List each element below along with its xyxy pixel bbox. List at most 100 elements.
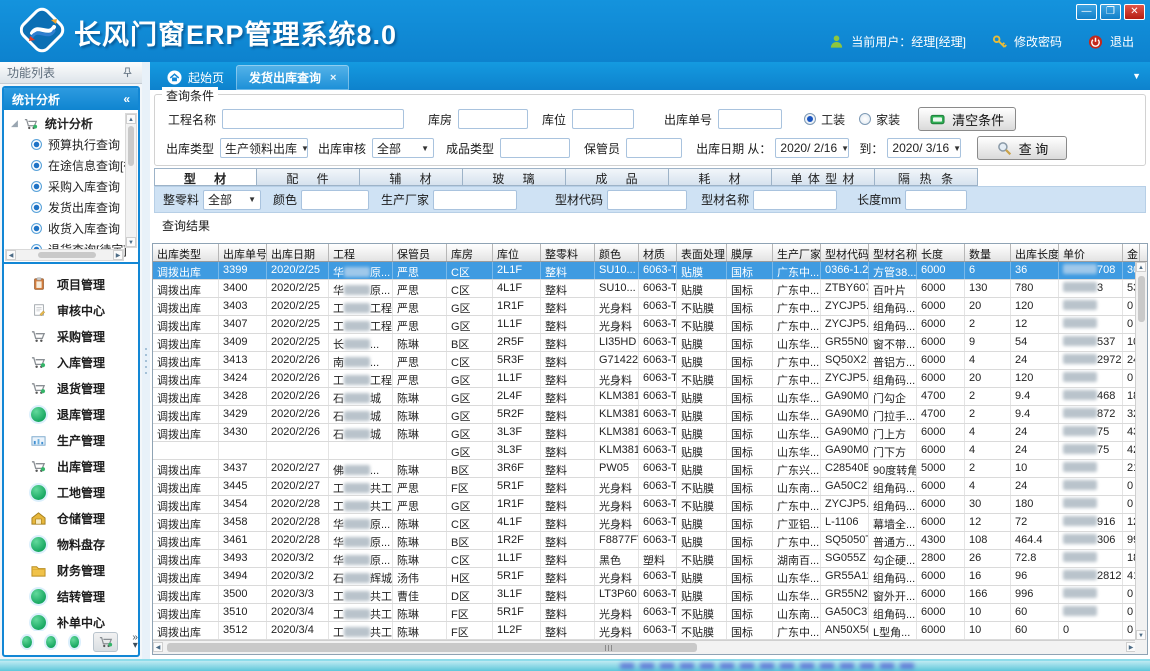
module-item[interactable]: 出库管理 <box>4 453 138 479</box>
material-tab[interactable]: 玻 璃 <box>463 168 566 186</box>
module-item[interactable]: 项目管理 <box>4 271 138 297</box>
module-item[interactable]: 结转管理 <box>4 583 138 609</box>
product-type-input[interactable] <box>500 138 570 158</box>
module-item[interactable]: 采购管理 <box>4 323 138 349</box>
change-password-link[interactable]: 修改密码 <box>1014 33 1062 50</box>
material-tab[interactable]: 辅 材 <box>360 168 463 186</box>
table-row[interactable]: 调拨出库34132020/2/26南...严思C区5R3F整料G71422606… <box>153 352 1147 370</box>
table-row[interactable]: 调拨出库33992020/2/25华原...严思C区2L1F整料SU10...6… <box>153 262 1147 280</box>
column-header[interactable]: 整零料 <box>541 244 595 261</box>
grid-horizontal-scrollbar[interactable]: ◀ ▶ <box>153 640 1136 654</box>
tree-item[interactable]: 预算执行查询 <box>4 134 138 155</box>
radio-gongzhuang[interactable]: 工装 <box>804 111 845 128</box>
module-item[interactable]: 审核中心 <box>4 297 138 323</box>
tree-item[interactable]: 采购入库查询 <box>4 176 138 197</box>
column-header[interactable]: 工程 <box>329 244 393 261</box>
column-header[interactable]: 生产厂家 <box>773 244 821 261</box>
tab-overflow-icon[interactable]: ▼ <box>1132 71 1141 81</box>
column-header[interactable]: 金 <box>1123 244 1140 261</box>
table-row[interactable]: G区3L3F整料KLM38176063-T5贴膜国标山东华...GA90M09.… <box>153 442 1147 460</box>
module-item[interactable]: 补单中心 <box>4 609 138 633</box>
tree-item[interactable]: 发货出库查询 <box>4 197 138 218</box>
column-header[interactable]: 单价 <box>1059 244 1123 261</box>
overflow-chevron-icon[interactable]: »▾ <box>132 634 138 650</box>
collapse-icon[interactable]: « <box>123 92 130 106</box>
table-row[interactable]: 调拨出库34942020/3/2石辉城汤伟H区5R1F整料光身料6063-T5贴… <box>153 568 1147 586</box>
table-row[interactable]: 调拨出库35122020/3/4工共工程陈琳F区1L2F整料光身料6063-T5… <box>153 622 1147 640</box>
tab-close-icon[interactable]: × <box>330 72 336 84</box>
column-header[interactable]: 材质 <box>639 244 677 261</box>
table-row[interactable]: 调拨出库34242020/2/26工工程严思G区1L1F整料光身料6063-T5… <box>153 370 1147 388</box>
radio-jiazhuang[interactable]: 家装 <box>859 111 900 128</box>
date-from-picker[interactable]: 2020/ 2/16▼ <box>775 138 849 158</box>
cart-shortcut-button[interactable] <box>93 632 118 652</box>
minimize-button[interactable]: — <box>1076 4 1097 20</box>
table-row[interactable]: 调拨出库34032020/2/25工工程严思G区1R1F整料光身料6063-T5… <box>153 298 1147 316</box>
material-tab[interactable]: 单 体 型 材 <box>772 168 875 186</box>
column-header[interactable]: 数量 <box>965 244 1011 261</box>
module-item[interactable]: 财务管理 <box>4 557 138 583</box>
warehouse-input[interactable] <box>458 109 528 129</box>
table-row[interactable]: 调拨出库34452020/2/27工共工程严思F区5R1F整料光身料6063-T… <box>153 478 1147 496</box>
scroll-left-icon[interactable]: ◀ <box>153 642 163 652</box>
table-row[interactable]: 调拨出库34542020/2/28工共工程严思G区1R1F整料光身料6063-T… <box>153 496 1147 514</box>
tree-item[interactable]: 收货入库查询 <box>4 218 138 239</box>
scroll-down-icon[interactable]: ▼ <box>126 237 136 247</box>
tab-shipping-outbound-query[interactable]: 发货出库查询 × <box>236 65 349 90</box>
material-tab[interactable]: 配 件 <box>257 168 360 186</box>
column-header[interactable]: 型材代码 <box>821 244 869 261</box>
column-header[interactable]: 库位 <box>493 244 541 261</box>
material-tab[interactable]: 型 材 <box>154 168 257 186</box>
material-tab[interactable]: 成 品 <box>566 168 669 186</box>
length-input[interactable] <box>905 190 967 210</box>
material-tab[interactable]: 耗 材 <box>669 168 772 186</box>
radio-unchecked-icon[interactable] <box>859 113 871 125</box>
column-header[interactable]: 型材名称 <box>869 244 917 261</box>
radio-checked-icon[interactable] <box>804 113 816 125</box>
tree-horizontal-scrollbar[interactable]: ◀ ▶ <box>5 249 124 261</box>
column-header[interactable]: 表面处理 <box>677 244 727 261</box>
module-item[interactable]: 入库管理 <box>4 349 138 375</box>
date-to-picker[interactable]: 2020/ 3/16▼ <box>887 138 961 158</box>
out-type-select[interactable]: 生产领料出库▼ <box>220 138 308 158</box>
column-header[interactable]: 出库单号 <box>219 244 267 261</box>
tree-root[interactable]: ◢ 统计分析 <box>4 113 138 134</box>
material-tab[interactable]: 隔 热 条 <box>875 168 978 186</box>
table-row[interactable]: 调拨出库35002020/3/3工共工程曹佳D区3L1F整料LT3P606063… <box>153 586 1147 604</box>
table-row[interactable]: 调拨出库34282020/2/26石城陈琳G区2L4F整料KLM38176063… <box>153 388 1147 406</box>
maximize-button[interactable]: ❐ <box>1100 4 1121 20</box>
table-row[interactable]: 调拨出库34612020/2/28华原...陈琳B区1R2F整料F8877FT6… <box>153 532 1147 550</box>
table-row[interactable]: 调拨出库35102020/3/4工共工程陈琳F区5R1F整料光身料6063-T5… <box>153 604 1147 622</box>
scroll-left-icon[interactable]: ◀ <box>6 250 16 260</box>
column-header[interactable]: 颜色 <box>595 244 639 261</box>
tree-item[interactable]: 在途信息查询[待 <box>4 155 138 176</box>
scroll-right-icon[interactable]: ▶ <box>113 250 123 260</box>
column-header[interactable]: 保管员 <box>393 244 447 261</box>
column-header[interactable]: 出库日期 <box>267 244 329 261</box>
logout-link[interactable]: 退出 <box>1110 33 1134 50</box>
profile-code-input[interactable] <box>607 190 687 210</box>
pin-icon[interactable] <box>120 65 135 80</box>
tree-vertical-scrollbar[interactable]: ▲ ▼ <box>125 113 137 248</box>
color-input[interactable] <box>301 190 369 210</box>
table-row[interactable]: 调拨出库34302020/2/26石城陈琳G区3L3F整料KLM38176063… <box>153 424 1147 442</box>
scroll-up-icon[interactable]: ▲ <box>126 114 136 124</box>
table-row[interactable]: 调拨出库34072020/2/25工工程严思G区1L1F整料光身料6063-T5… <box>153 316 1147 334</box>
table-row[interactable]: 调拨出库34092020/2/25长...陈琳B区2R5F整料LI35HD606… <box>153 334 1147 352</box>
search-button[interactable]: 查 询 <box>977 136 1067 160</box>
table-row[interactable]: 调拨出库34582020/2/28华原...陈琳C区4L1F整料光身料6063-… <box>153 514 1147 532</box>
whole-piece-select[interactable]: 全部▼ <box>203 190 261 210</box>
order-no-input[interactable] <box>718 109 782 129</box>
scroll-down-icon[interactable]: ▼ <box>1136 630 1146 640</box>
column-header[interactable]: 膜厚 <box>727 244 773 261</box>
location-input[interactable] <box>572 109 634 129</box>
column-header[interactable]: 长度 <box>917 244 965 261</box>
column-header[interactable]: 出库类型 <box>153 244 219 261</box>
module-item[interactable]: 物料盘存 <box>4 531 138 557</box>
column-header[interactable]: 出库长度 <box>1011 244 1059 261</box>
green-dot-icon[interactable] <box>22 636 32 648</box>
module-item[interactable]: 仓储管理 <box>4 505 138 531</box>
out-audit-select[interactable]: 全部▼ <box>372 138 434 158</box>
green-dot-icon[interactable] <box>70 636 80 648</box>
module-item[interactable]: 工地管理 <box>4 479 138 505</box>
